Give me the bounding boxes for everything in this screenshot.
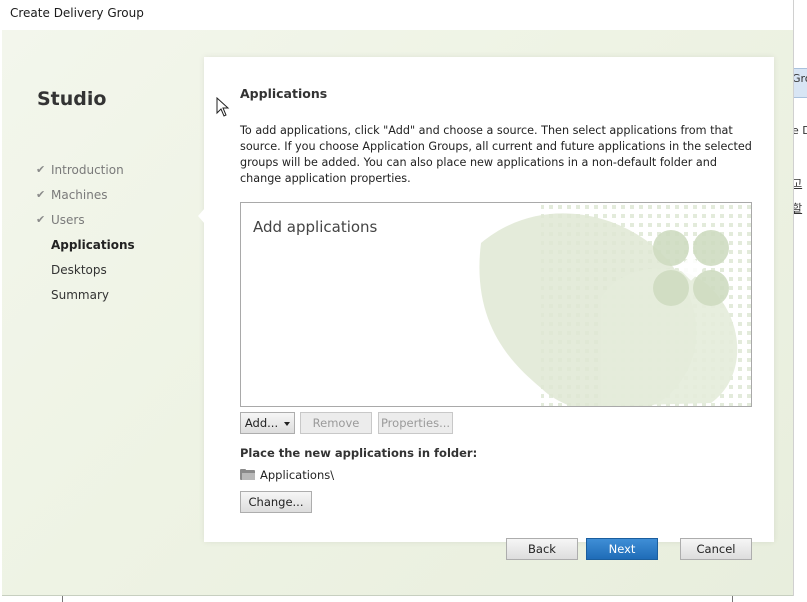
change-folder-button[interactable]: Change... — [240, 491, 312, 513]
folder-path: Applications\ — [240, 468, 334, 482]
current-step-pointer — [198, 208, 205, 224]
step-label: Introduction — [51, 163, 124, 177]
background-window-text: e D — [794, 124, 807, 137]
add-button-label: Add... — [244, 416, 279, 430]
page-title: Applications — [240, 86, 328, 101]
mouse-cursor-icon — [216, 97, 230, 117]
page-description: To add applications, click "Add" and cho… — [240, 124, 752, 185]
step-label: Summary — [51, 288, 109, 302]
background-window-text: Gro — [794, 72, 807, 85]
check-icon: ✔ — [36, 163, 46, 176]
next-button[interactable]: Next — [586, 538, 658, 560]
applications-list[interactable]: Add applications — [240, 202, 752, 407]
window-titlebar: Create Delivery Group — [0, 0, 793, 30]
background-window-text: 할 — [793, 202, 803, 215]
folder-icon — [240, 469, 255, 480]
folder-path-text: Applications\ — [260, 468, 335, 482]
remove-button[interactable]: Remove — [300, 412, 372, 434]
check-icon: ✔ — [36, 188, 46, 201]
background-window: Gro e D 고 할 — [793, 0, 807, 602]
background-window-edge — [0, 596, 807, 602]
back-button[interactable]: Back — [506, 538, 578, 560]
folder-label: Place the new applications in folder: — [240, 446, 478, 460]
step-label: Machines — [51, 188, 108, 202]
step-label: Desktops — [51, 263, 107, 277]
background-window-text: 고 — [793, 177, 803, 190]
properties-button[interactable]: Properties... — [378, 412, 453, 434]
check-icon: ✔ — [36, 213, 46, 226]
add-button[interactable]: Add... — [240, 412, 295, 434]
window-title: Create Delivery Group — [10, 6, 144, 20]
studio-brand: Studio — [37, 88, 107, 110]
chevron-down-icon — [284, 421, 291, 426]
step-label: Applications — [51, 238, 135, 252]
step-label: Users — [51, 213, 85, 227]
applications-empty-text: Add applications — [253, 218, 378, 236]
cancel-button[interactable]: Cancel — [680, 538, 752, 560]
